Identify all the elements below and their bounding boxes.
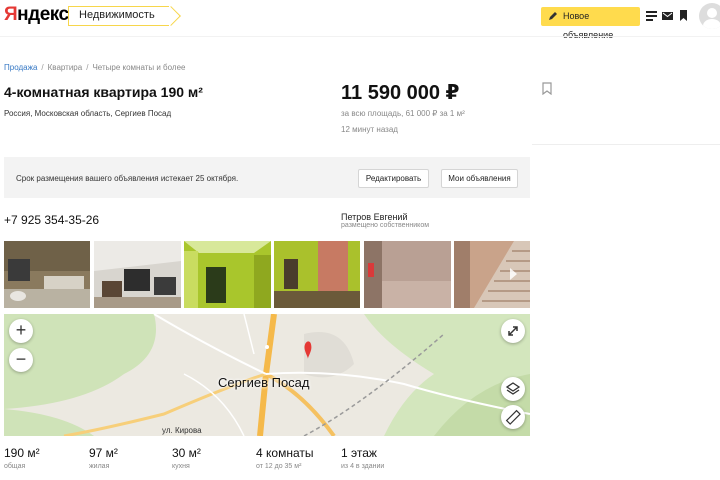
ruler-button[interactable] (501, 405, 525, 429)
mail-icon[interactable] (662, 10, 673, 21)
stat-rooms-label: от 12 до 35 м² (256, 463, 302, 470)
ruler-icon (505, 409, 521, 425)
my-ads-button[interactable]: Мои объявления (441, 169, 518, 188)
map-street-label: ул. Кирова (162, 426, 202, 435)
stat-kitchen-value: 30 м² (172, 446, 201, 460)
map-layers-button[interactable] (501, 377, 525, 401)
breadcrumb-sale[interactable]: Продажа (4, 63, 37, 72)
service-tag[interactable]: Недвижимость (68, 6, 169, 26)
favorite-bookmark-icon[interactable] (542, 82, 552, 95)
stat-living-value: 97 м² (89, 446, 118, 460)
logo-first-letter: Я (4, 4, 18, 25)
stat-floor-value: 1 этаж (341, 446, 377, 460)
breadcrumb-flat[interactable]: Квартира (48, 63, 83, 72)
yandex-logo[interactable]: Яндекс (4, 4, 69, 26)
gallery-next-arrow[interactable] (510, 268, 517, 280)
stat-total-label: общая (4, 463, 26, 470)
breadcrumb: Продажа / Квартира / Четыре комнаты и более (4, 63, 186, 72)
seller-note: размещено собственником (341, 222, 430, 229)
expand-icon (508, 326, 518, 336)
layers-icon (505, 382, 521, 395)
expiry-notice-text: Срок размещения вашего объявления истека… (16, 174, 239, 183)
stat-living-label: жилая (89, 463, 110, 470)
zoom-out-button[interactable]: − (9, 348, 33, 372)
seller-name: Петров Евгений (341, 212, 408, 222)
photo-thumbnail-1[interactable] (4, 241, 90, 308)
publish-time: 12 минут назад (341, 125, 398, 134)
stat-total-value: 190 м² (4, 446, 40, 460)
breadcrumb-rooms[interactable]: Четыре комнаты и более (92, 63, 185, 72)
header-divider (0, 36, 720, 37)
bookmark-icon[interactable] (678, 10, 689, 21)
list-icon[interactable] (646, 10, 657, 21)
fullscreen-button[interactable] (501, 319, 525, 343)
photo-thumbnail-2[interactable] (94, 241, 181, 308)
price-per-meter: за всю площадь, 61 000 ₽ за 1 м² (341, 109, 465, 118)
edit-button[interactable]: Редактировать (358, 169, 429, 188)
phone-number[interactable]: +7 925 354-35-26 (4, 213, 99, 227)
listing-address: Россия, Московская область, Сергиев Поса… (4, 109, 172, 118)
side-divider (532, 144, 720, 145)
listing-title: 4-комнатная квартира 190 м² (4, 84, 203, 100)
map-city-label: Сергиев Посад (218, 375, 310, 390)
photo-thumbnail-3[interactable] (184, 241, 271, 308)
stat-floor-label: из 4 в здании (341, 463, 385, 470)
photo-thumbnail-6[interactable] (454, 241, 530, 308)
pencil-icon (549, 12, 557, 20)
listing-price: 11 590 000 ₽ (341, 82, 460, 104)
logo-rest: ндекс (17, 4, 69, 25)
photo-thumbnail-5[interactable] (364, 241, 451, 308)
new-ad-button[interactable]: Новое объявление (541, 7, 640, 40)
photo-thumbnail-4[interactable] (274, 241, 360, 308)
stat-rooms-value: 4 комнаты (256, 446, 314, 460)
avatar-icon[interactable] (699, 3, 720, 29)
zoom-in-button[interactable]: + (9, 319, 33, 343)
stat-kitchen-label: кухня (172, 463, 190, 470)
